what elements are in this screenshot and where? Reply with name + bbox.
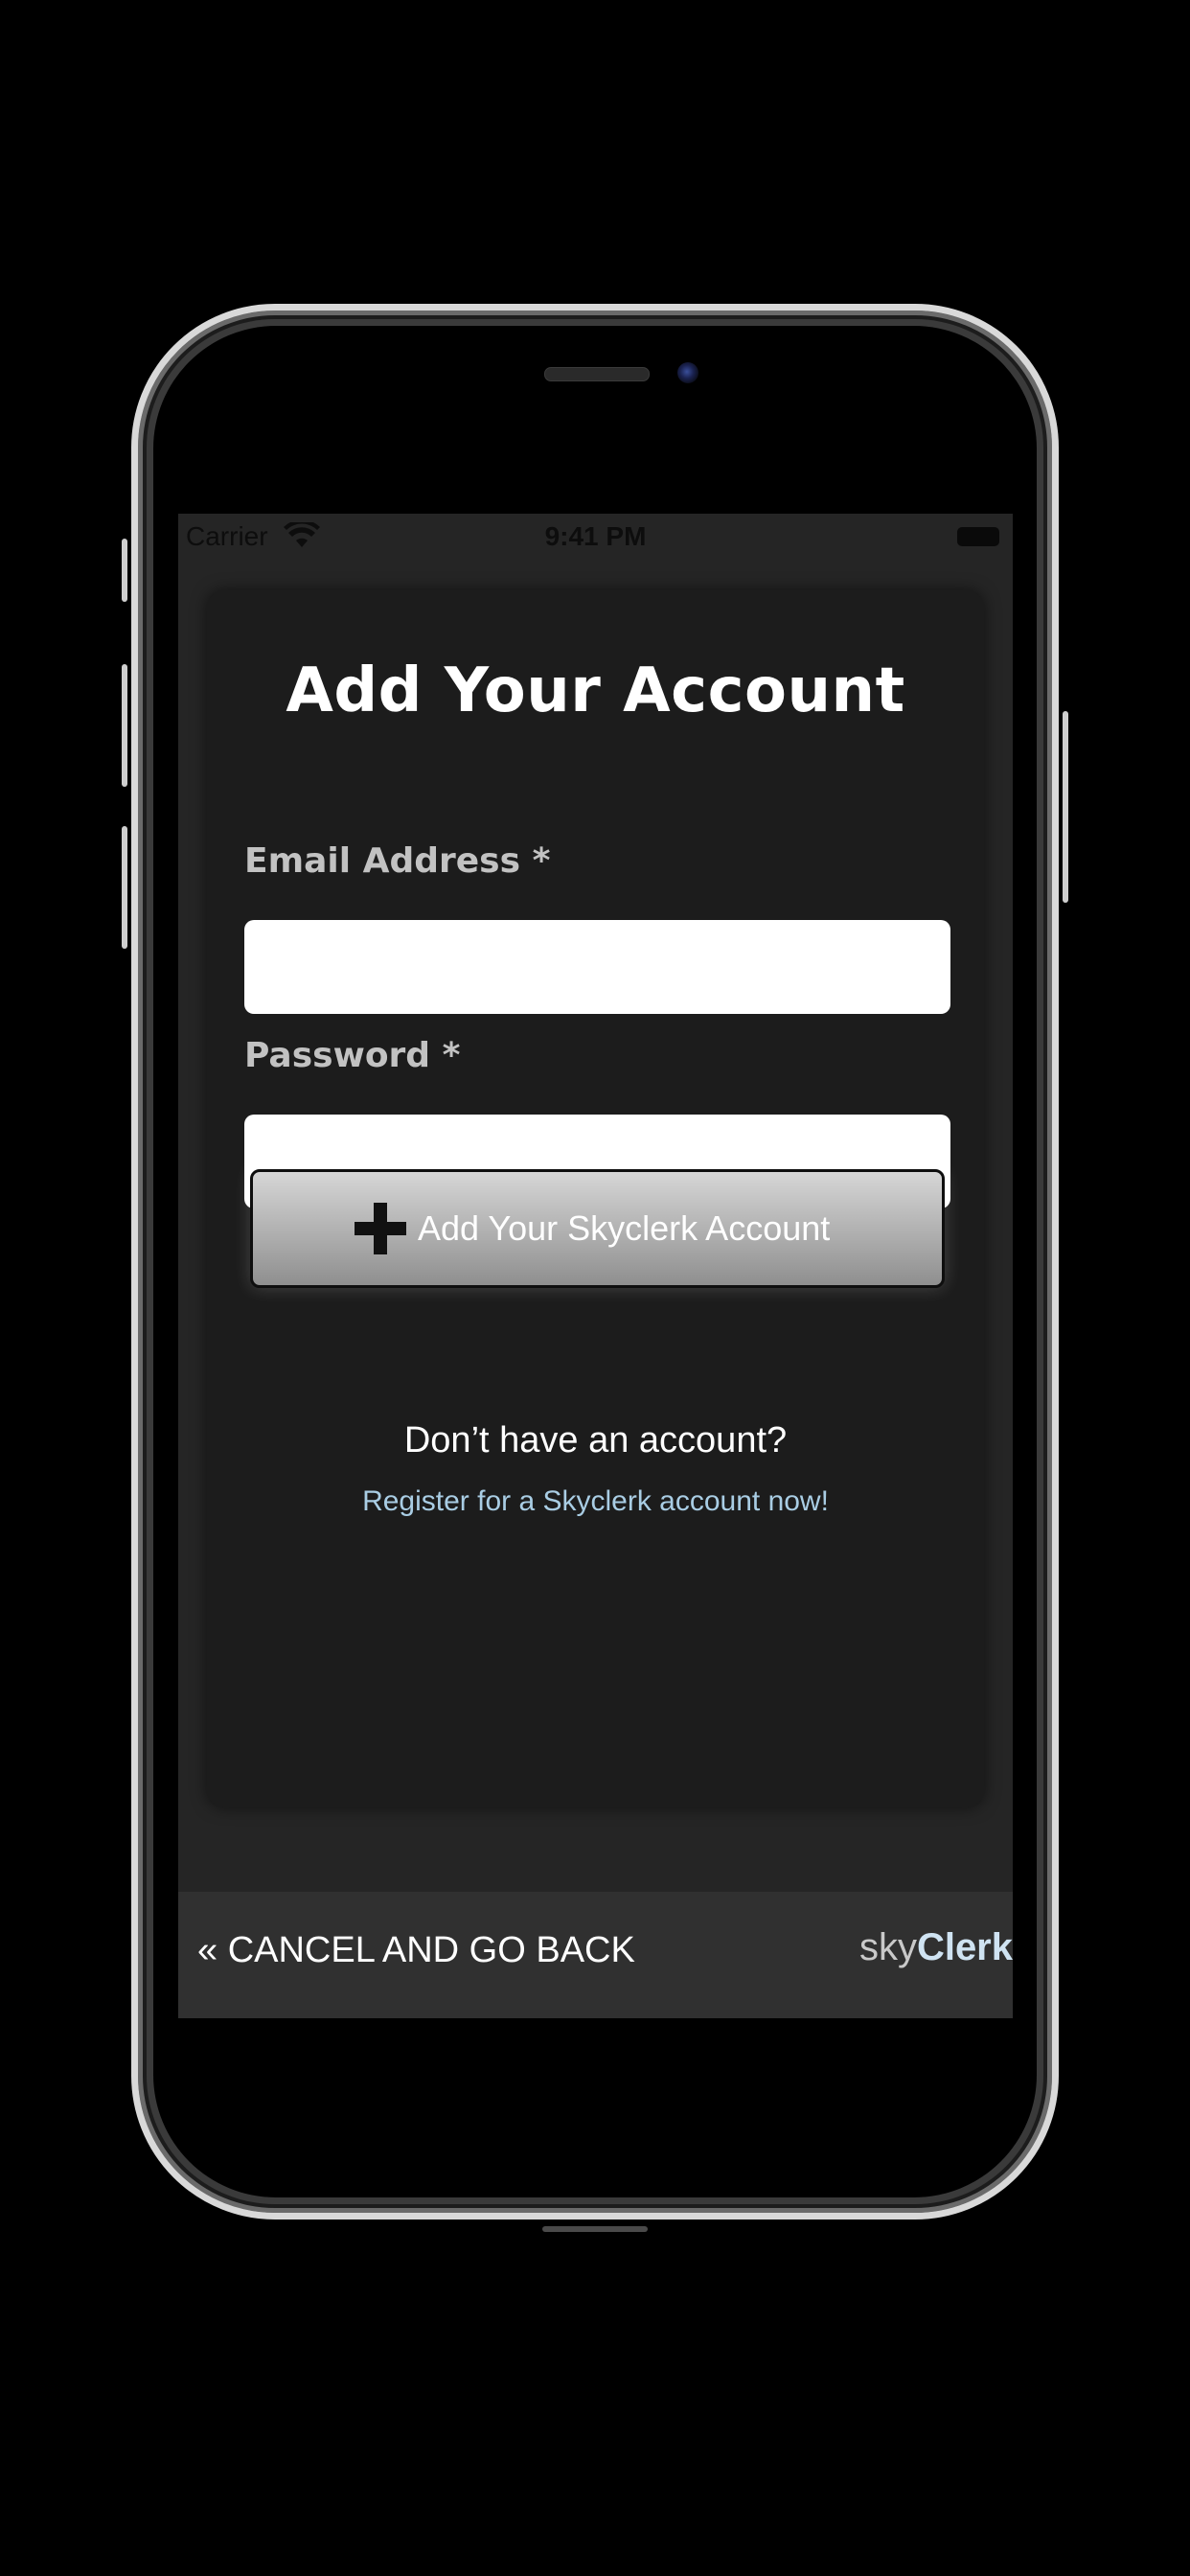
- volume-down-button: [122, 826, 127, 949]
- page-title: Add Your Account: [286, 656, 905, 726]
- front-camera: [677, 362, 698, 383]
- add-account-button[interactable]: Add Your Skyclerk Account: [250, 1169, 945, 1288]
- device-mockup: Carrier 9:41 PM Add Your Account Email A…: [0, 0, 1190, 2576]
- add-account-button-label: Add Your Skyclerk Account: [418, 1208, 831, 1248]
- cancel-and-go-back-button[interactable]: « CANCEL AND GO BACK: [197, 1930, 635, 1971]
- register-link[interactable]: Register for a Skyclerk account now!: [207, 1485, 984, 1518]
- status-clock: 9:41 PM: [544, 521, 647, 551]
- password-label: Password *: [244, 1036, 461, 1075]
- logo-text-clerk: Clerk: [916, 1926, 1013, 1968]
- plus-icon: [355, 1203, 406, 1254]
- app-screen: Carrier 9:41 PM Add Your Account Email A…: [178, 514, 1013, 2018]
- no-account-prompt: Don’t have an account?: [403, 1420, 788, 1460]
- power-button: [1063, 711, 1068, 903]
- phone-notch: [384, 351, 806, 414]
- bottom-edge-detail: [542, 2226, 648, 2232]
- bottom-bar: « CANCEL AND GO BACK skyClerk: [178, 1892, 1013, 2018]
- skyclerk-logo: skyClerk: [859, 1926, 1013, 1969]
- earpiece-speaker: [544, 367, 650, 381]
- email-field[interactable]: [244, 920, 950, 1014]
- logo-text-sky: sky: [858, 1926, 917, 1968]
- email-label: Email Address *: [244, 841, 551, 881]
- volume-up-button: [122, 664, 127, 787]
- add-account-card: Add Your Account Email Address * Passwor…: [207, 590, 984, 1807]
- mute-switch: [122, 539, 127, 602]
- status-bar: Carrier 9:41 PM: [178, 514, 1013, 562]
- battery-icon: [957, 527, 999, 546]
